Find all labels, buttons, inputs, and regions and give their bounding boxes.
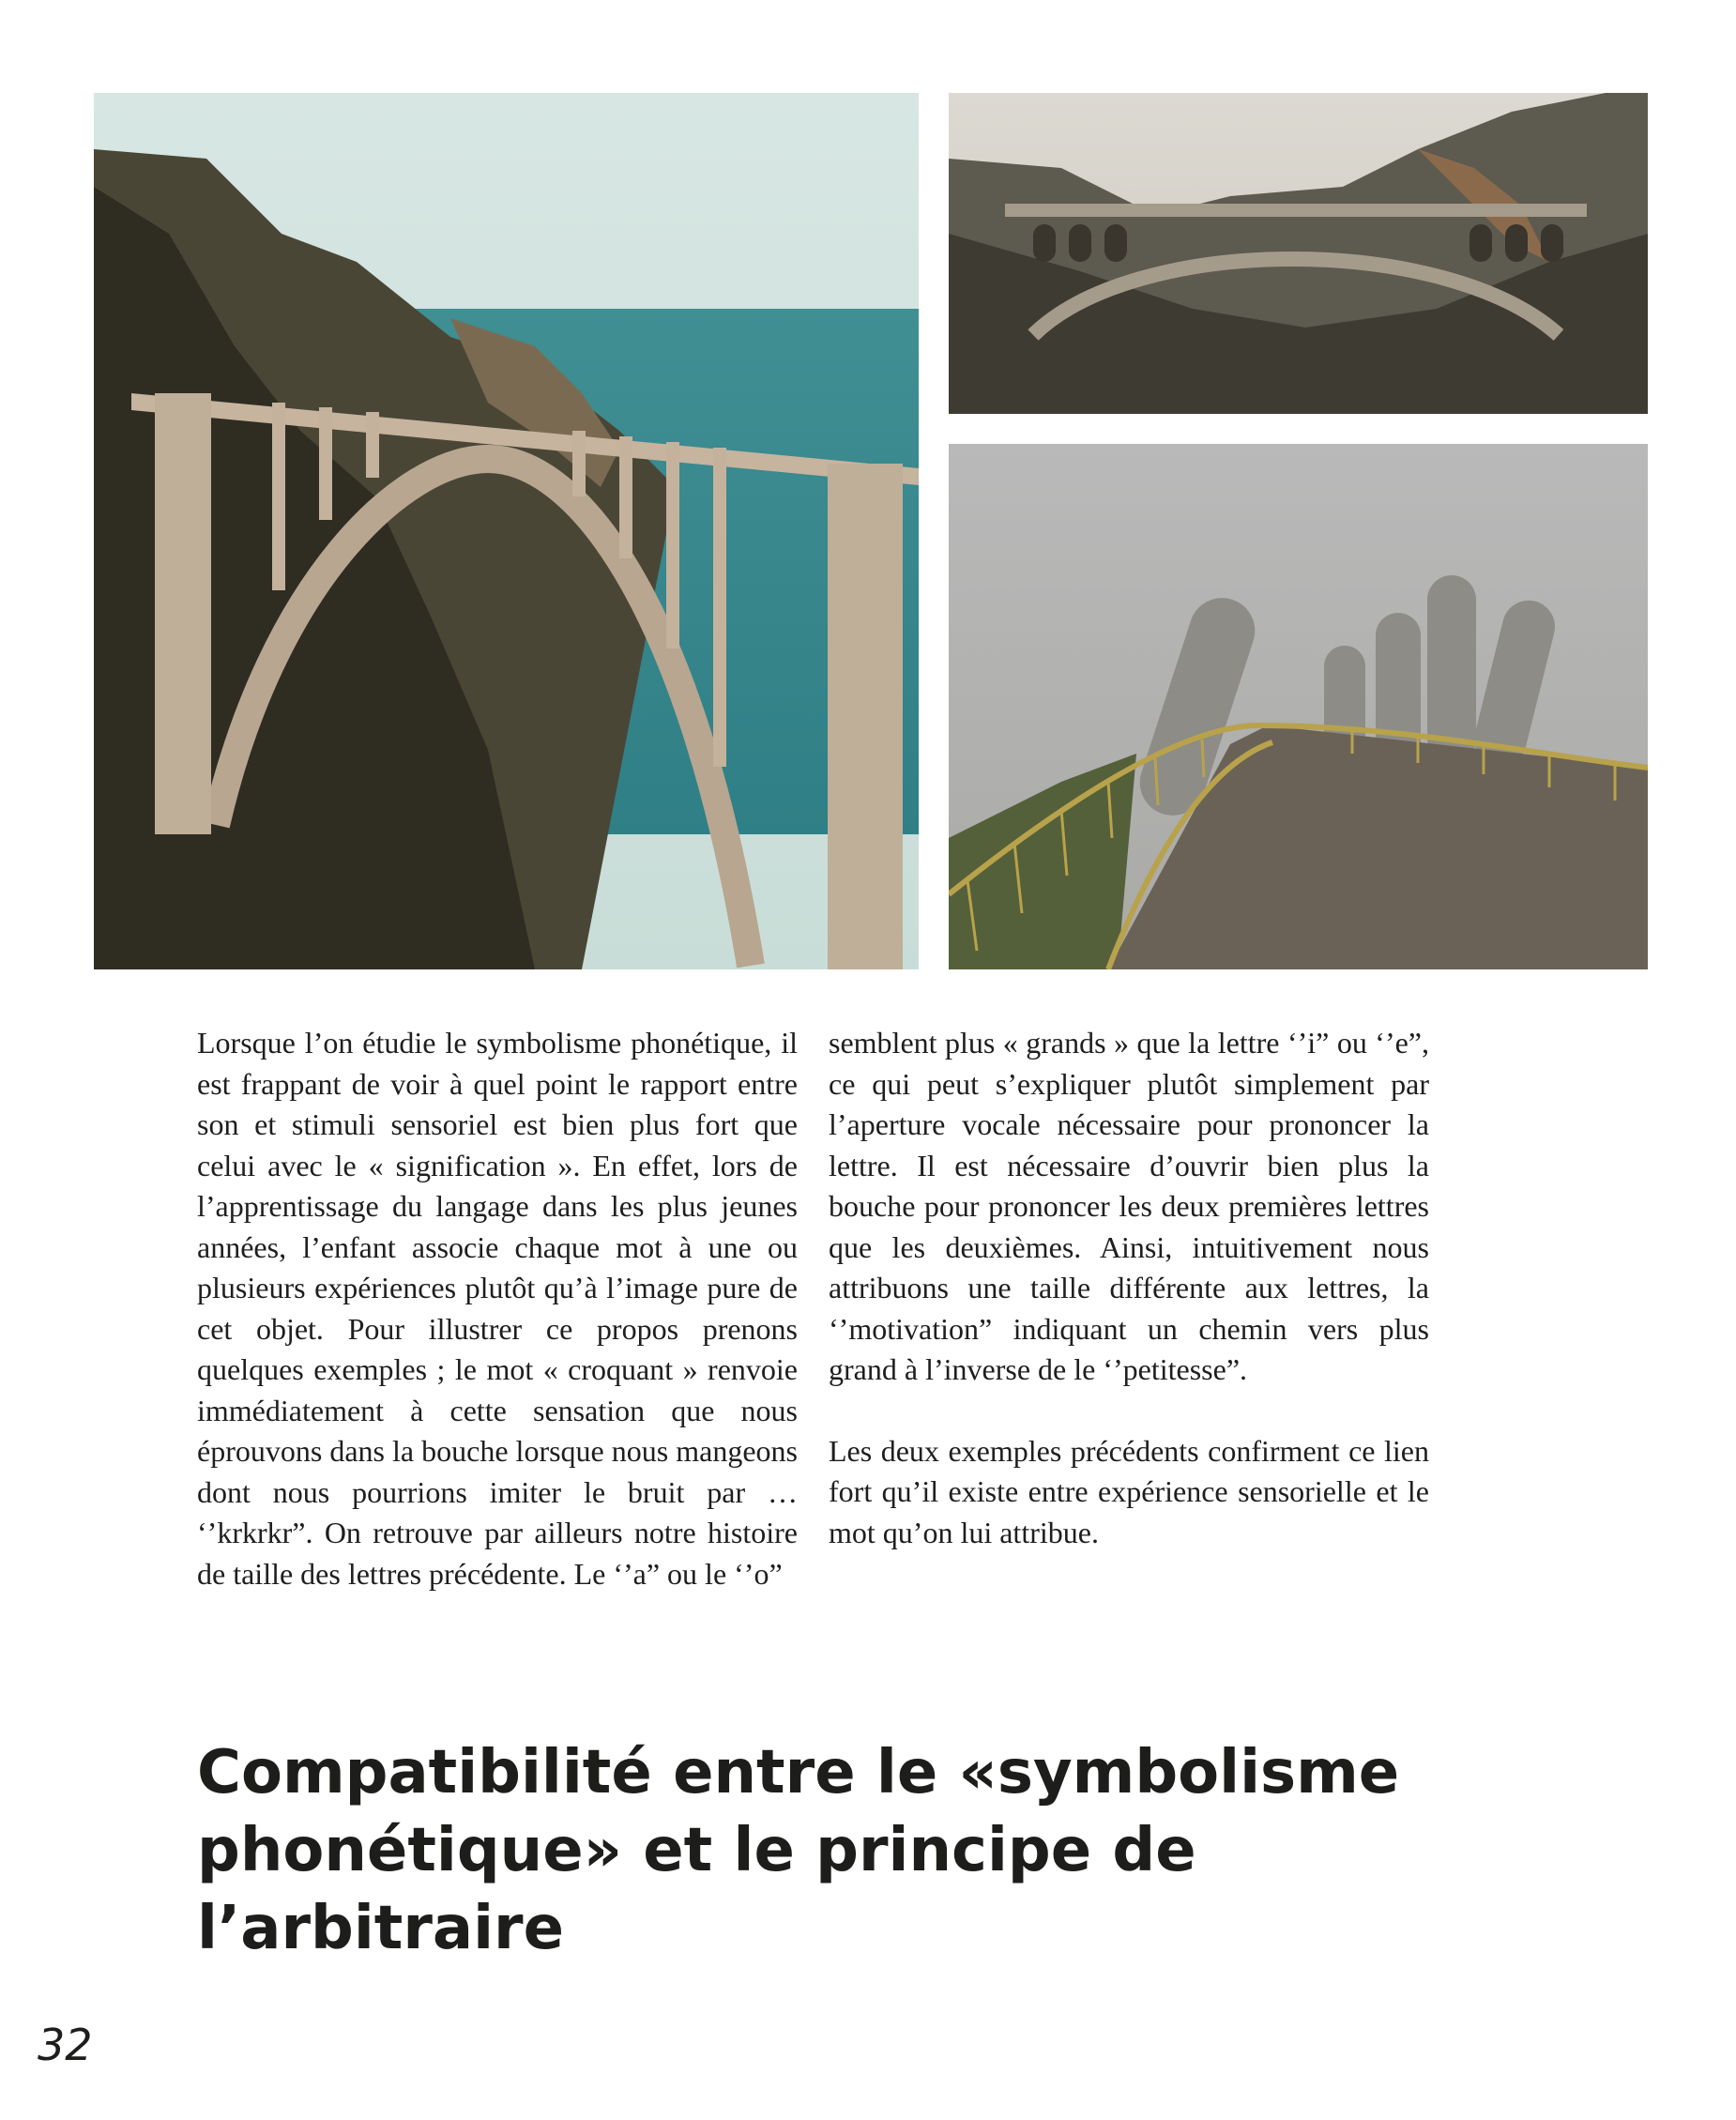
body-column-right: semblent plus « grands » que la lettre ‘… bbox=[829, 1023, 1429, 1553]
hands-bridge-fog-photo bbox=[949, 444, 1648, 969]
body-column-left: Lorsque l’on étudie le symbolisme phonét… bbox=[197, 1023, 798, 1594]
section-heading: Compatibilité entre le «symbolisme phoné… bbox=[197, 1738, 1400, 1963]
bridge-coast-photo bbox=[94, 93, 919, 969]
stone-bridge-gorge-photo bbox=[949, 93, 1648, 414]
page-number: 32 bbox=[38, 2020, 93, 2070]
body-paragraph: Les deux exemples précédents confirment … bbox=[829, 1433, 1429, 1549]
body-paragraph: Lorsque l’on étudie le symbolisme phonét… bbox=[197, 1026, 798, 1591]
body-paragraph: semblent plus « grands » que la lettre ‘… bbox=[829, 1026, 1429, 1386]
